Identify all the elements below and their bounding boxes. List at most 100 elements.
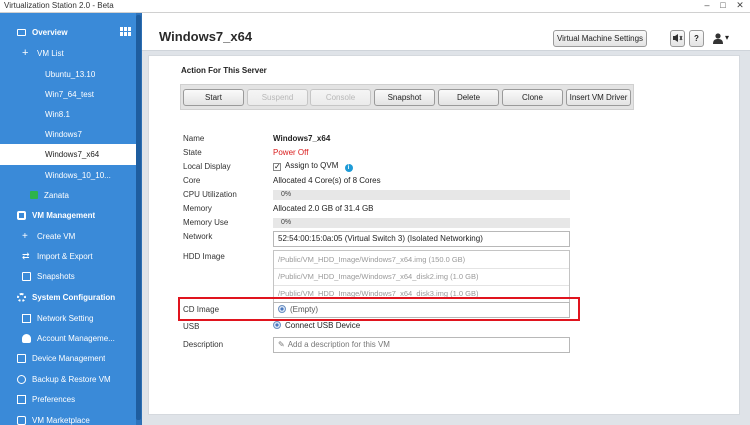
vm-running-icon [30,191,38,199]
vm-windows-icon [30,130,39,139]
console-button[interactable]: Console [310,89,371,106]
sidebar-item-backup-restore[interactable]: Backup & Restore VM [0,369,136,389]
connect-usb-link[interactable]: Connect USB Device [273,321,360,330]
memory-value: Allocated 2.0 GB of 31.4 GB [273,204,374,213]
user-icon [713,33,723,44]
cd-image-field[interactable]: (Empty) [273,302,570,318]
sidebar: Overview + VM List Ubuntu_13.10 Win7_64_… [0,13,142,425]
pencil-icon: ✎ [278,340,285,349]
monitor-icon [17,28,26,36]
vm-windows-icon [30,110,39,119]
state-label: State [183,148,202,157]
sidebar-item-account-management[interactable]: Account Manageme... [0,328,136,348]
help-button[interactable]: ? [689,30,704,47]
usb-label: USB [183,322,200,331]
sidebar-item-network-setting[interactable]: Network Setting [0,308,136,328]
maximize-button[interactable]: □ [716,0,730,12]
vm-details-panel: Action For This Server Start Suspend Con… [148,55,740,415]
assign-qvm-label: Assign to QVM [285,161,339,170]
network-label: Network [183,232,213,241]
close-button[interactable]: ✕ [733,0,747,12]
vm-settings-button[interactable]: Virtual Machine Settings [553,30,647,47]
actions-title: Action For This Server [181,66,267,75]
sidebar-vm-windows10[interactable]: Windows_10_10... [0,165,136,185]
user-dropdown-icon: ▾ [725,33,730,42]
grid-view-icon[interactable] [120,27,131,36]
connect-usb-label: Connect USB Device [285,321,361,330]
create-vm-icon: + [22,230,28,242]
sidebar-item-import-export[interactable]: ⇄ Import & Export [0,246,136,266]
vm-windows-icon [30,90,39,99]
window-titlebar: Virtualization Station 2.0 - Beta – □ ✕ [0,0,750,13]
hdd-image-item[interactable]: /Public/VM_HDD_Image/Windows7_x64_disk2.… [278,272,479,281]
usb-icon [273,321,281,329]
info-icon[interactable]: i [344,164,353,172]
sidebar-item-overview[interactable]: Overview [0,22,136,42]
plus-icon: + [22,46,29,59]
start-button[interactable]: Start [183,89,244,106]
gear-icon [17,292,26,302]
vm-windows-icon [30,150,39,159]
network-icon [22,313,31,323]
cpu-utilization-label: CPU Utilization [183,190,237,199]
local-display-option[interactable]: ✓ Assign to QVM i [273,161,353,172]
window-title: Virtualization Station 2.0 - Beta [4,1,114,10]
cpu-utilization-bar: 0% [273,190,570,200]
sidebar-vm-windows7[interactable]: Windows7 [0,124,136,144]
speaker-icon[interactable] [670,30,685,47]
minimize-button[interactable]: – [700,0,714,12]
memory-use-bar: 0% [273,218,570,228]
vm-title: Windows7_x64 [159,29,253,44]
backup-icon [17,374,26,384]
sidebar-vm-windows7-x64[interactable]: Windows7_x64 [0,144,136,165]
vm-windows-icon [30,70,39,79]
sidebar-item-snapshots[interactable]: Snapshots [0,266,136,286]
state-value: Power Off [273,148,309,157]
user-menu[interactable]: ▾ [713,33,735,45]
core-label: Core [183,176,201,185]
sidebar-vm-win8[interactable]: Win8.1 [0,104,136,124]
clone-button[interactable]: Clone [502,89,563,106]
sidebar-vm-zanata[interactable]: Zanata [0,185,136,205]
description-placeholder: Add a description for this VM [287,340,390,349]
sidebar-item-vm-list[interactable]: + VM List [0,43,136,63]
local-display-label: Local Display [183,162,231,171]
core-value: Allocated 4 Core(s) of 8 Cores [273,176,381,185]
memory-label: Memory [183,204,212,213]
snapshot-button[interactable]: Snapshot [374,89,435,106]
sidebar-item-create-vm[interactable]: + Create VM [0,226,136,246]
sidebar-item-vm-management[interactable]: VM Management [0,205,136,225]
hdd-image-list: /Public/VM_HDD_Image/Windows7_x64.img (1… [273,250,570,303]
cd-image-value: (Empty) [290,305,318,314]
preferences-icon [17,394,26,404]
snapshot-icon [22,271,31,281]
network-field[interactable]: 52:54:00:15:0a:05 (Virtual Switch 3) (Is… [273,231,570,247]
sidebar-scrollbar-thumb[interactable] [136,15,141,420]
account-icon [22,333,31,343]
main-content: Windows7_x64 Virtual Machine Settings ? … [142,13,750,425]
suspend-button[interactable]: Suspend [247,89,308,106]
sidebar-vm-win7-64-test[interactable]: Win7_64_test [0,84,136,104]
sidebar-item-vm-marketplace[interactable]: VM Marketplace [0,410,136,425]
description-label: Description [183,340,224,349]
sidebar-item-device-management[interactable]: Device Management [0,348,136,368]
hdd-image-item[interactable]: /Public/VM_HDD_Image/Windows7_x64.img (1… [278,255,465,264]
hdd-image-label: HDD Image [183,252,225,261]
action-toolbar: Start Suspend Console Snapshot Delete Cl… [180,84,634,110]
delete-button[interactable]: Delete [438,89,499,106]
sidebar-item-system-configuration[interactable]: System Configuration [0,287,136,307]
sidebar-vm-ubuntu[interactable]: Ubuntu_13.10 [0,64,136,84]
insert-vm-driver-button[interactable]: Insert VM Driver [566,89,631,106]
device-icon [17,353,26,363]
disc-icon [278,305,286,313]
hdd-separator [274,285,569,286]
cd-image-label: CD Image [183,305,220,314]
memory-use-label: Memory Use [183,218,229,227]
marketplace-icon [17,415,26,425]
sidebar-item-preferences[interactable]: Preferences [0,389,136,409]
description-field[interactable]: ✎ Add a description for this VM [273,337,570,353]
vm-management-icon [17,210,26,220]
assign-qvm-checkbox[interactable]: ✓ [273,163,281,171]
vm-name-value: Windows7_x64 [273,134,331,143]
hdd-separator [274,268,569,269]
